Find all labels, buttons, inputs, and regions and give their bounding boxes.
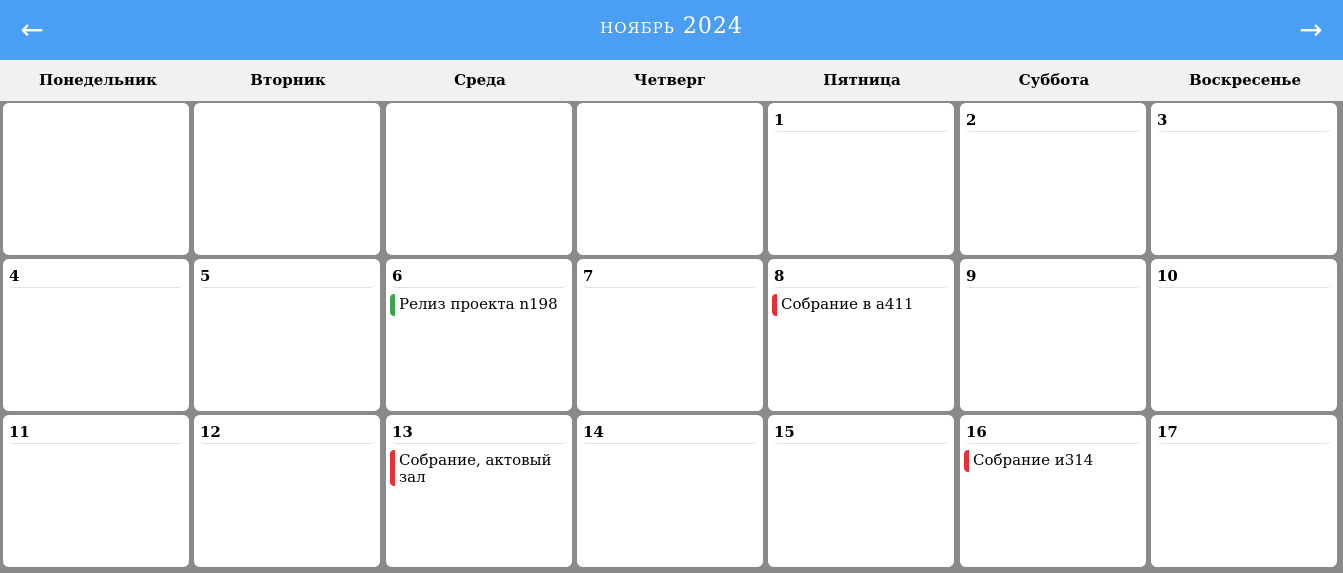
calendar-event[interactable]: Собрание и314 xyxy=(964,450,1138,472)
day-number: 7 xyxy=(583,267,757,288)
day-cell-2[interactable]: 2 xyxy=(960,103,1146,255)
day-cell-6[interactable]: 6 Релиз проекта n198 xyxy=(386,259,572,411)
weekday-sunday: Воскресенье xyxy=(1188,71,1302,89)
month-title: Ноябрь 2024 xyxy=(600,14,743,39)
day-number: 11 xyxy=(9,423,183,444)
calendar-event[interactable]: Собрание в а411 xyxy=(772,294,946,316)
day-number: 9 xyxy=(966,267,1140,288)
weekday-tuesday: Вторник xyxy=(250,71,326,89)
day-cell-1[interactable]: 1 xyxy=(768,103,954,255)
day-cell-16[interactable]: 16 Собрание и314 xyxy=(960,415,1146,567)
day-cell-9[interactable]: 9 xyxy=(960,259,1146,411)
day-cell-5[interactable]: 5 xyxy=(194,259,380,411)
day-number: 14 xyxy=(583,423,757,444)
day-cell-empty[interactable] xyxy=(386,103,572,255)
day-cell-12[interactable]: 12 xyxy=(194,415,380,567)
day-cell-3[interactable]: 3 xyxy=(1151,103,1337,255)
day-number: 12 xyxy=(200,423,374,444)
event-title: Собрание в а411 xyxy=(781,295,914,313)
day-number: 13 xyxy=(392,423,566,444)
day-cell-empty[interactable] xyxy=(3,103,189,255)
day-cell-17[interactable]: 17 xyxy=(1151,415,1337,567)
weekday-monday: Понедельник xyxy=(39,71,157,89)
weekday-header-row: Понедельник Вторник Среда Четверг Пятниц… xyxy=(0,60,1343,101)
calendar-header: ← Ноябрь 2024 → xyxy=(0,0,1343,60)
calendar-event[interactable]: Релиз проекта n198 xyxy=(390,294,564,316)
day-number: 17 xyxy=(1157,423,1331,444)
day-number: 5 xyxy=(200,267,374,288)
day-number: 1 xyxy=(774,111,948,132)
day-cell-13[interactable]: 13 Собрание, актовый зал xyxy=(386,415,572,567)
weekday-wednesday: Среда xyxy=(454,71,506,89)
day-number: 15 xyxy=(774,423,948,444)
day-cell-8[interactable]: 8 Собрание в а411 xyxy=(768,259,954,411)
day-number: 10 xyxy=(1157,267,1331,288)
day-number: 6 xyxy=(392,267,566,288)
weekday-saturday: Суббота xyxy=(1018,71,1090,89)
day-cell-4[interactable]: 4 xyxy=(3,259,189,411)
event-title: Собрание, актовый зал xyxy=(399,451,552,486)
day-cell-empty[interactable] xyxy=(194,103,380,255)
weekday-friday: Пятница xyxy=(823,71,901,89)
day-cell-empty[interactable] xyxy=(577,103,763,255)
day-number: 4 xyxy=(9,267,183,288)
day-cell-14[interactable]: 14 xyxy=(577,415,763,567)
day-number: 3 xyxy=(1157,111,1331,132)
event-title: Собрание и314 xyxy=(973,451,1094,469)
calendar-grid: 1 2 3 4 5 6 Релиз проекта n198 7 8 Собрание в а41… xyxy=(0,101,1343,573)
calendar-event[interactable]: Собрание, актовый зал xyxy=(390,450,564,486)
day-cell-11[interactable]: 11 xyxy=(3,415,189,567)
day-cell-7[interactable]: 7 xyxy=(577,259,763,411)
next-month-arrow-icon[interactable]: → xyxy=(1291,10,1331,50)
day-number: 2 xyxy=(966,111,1140,132)
day-cell-10[interactable]: 10 xyxy=(1151,259,1337,411)
day-number: 16 xyxy=(966,423,1140,444)
day-cell-15[interactable]: 15 xyxy=(768,415,954,567)
day-number: 8 xyxy=(774,267,948,288)
event-title: Релиз проекта n198 xyxy=(399,295,558,313)
weekday-thursday: Четверг xyxy=(633,71,707,89)
